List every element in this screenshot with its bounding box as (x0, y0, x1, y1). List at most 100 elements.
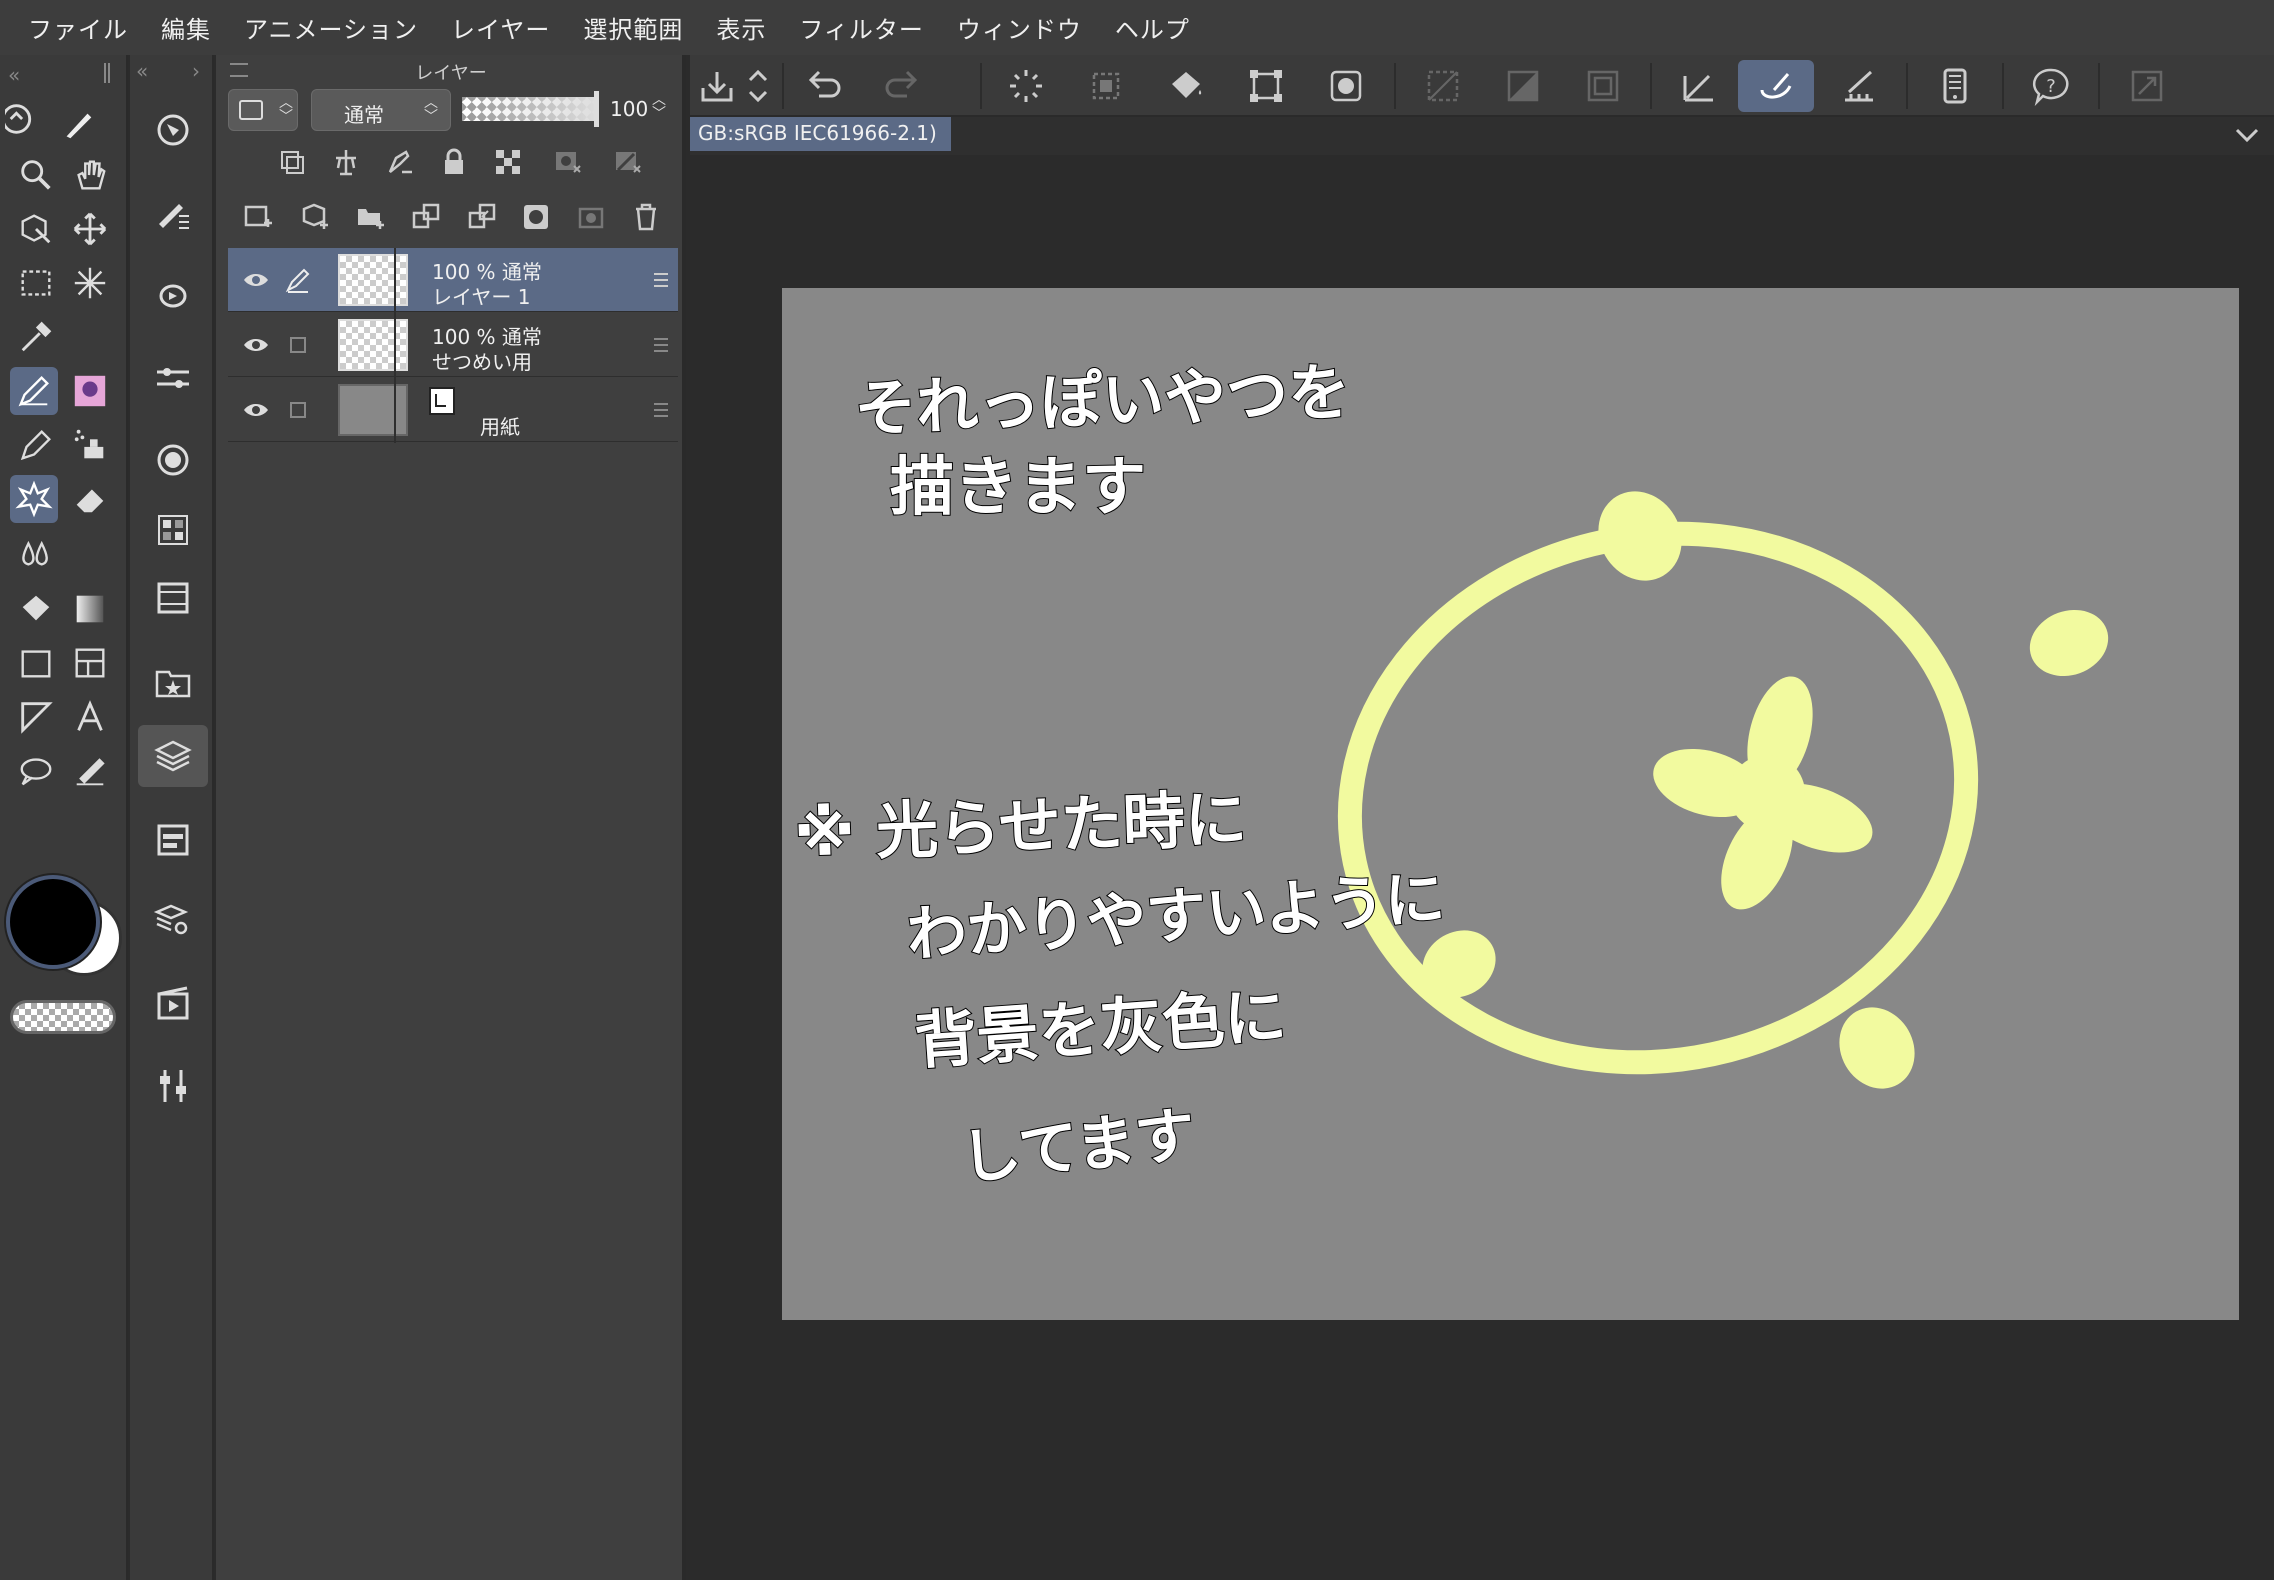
snap-to-ruler-icon[interactable] (1674, 61, 1724, 111)
lock-icon[interactable] (434, 142, 474, 182)
edit-target-checkbox[interactable] (284, 396, 312, 424)
editing-pen-icon[interactable] (284, 266, 312, 294)
settings-sliders-icon[interactable] (150, 1063, 196, 1109)
menu-view[interactable]: 表示 (716, 10, 766, 45)
panel-grip-icon[interactable] (104, 63, 110, 83)
transparent-color-swatch[interactable] (10, 1000, 116, 1034)
opacity-slider[interactable] (462, 97, 598, 121)
collapse-left-icon[interactable]: « (8, 63, 20, 87)
layer-search-icon[interactable] (150, 897, 196, 943)
expand-selection-icon[interactable] (1498, 61, 1548, 111)
merge-layer-icon[interactable] (462, 197, 502, 237)
loading-spinner-icon[interactable] (1001, 61, 1051, 111)
timeline-icon[interactable] (150, 575, 196, 621)
enable-mask-icon[interactable] (548, 142, 588, 182)
brush-pen-icon[interactable] (56, 105, 100, 145)
clear-selection-icon[interactable] (1081, 61, 1131, 111)
eraser-icon[interactable] (66, 475, 114, 523)
main-color-swatch[interactable] (6, 875, 100, 969)
opacity-stepper-icon[interactable]: ︿ ﹀ (652, 93, 666, 121)
pencil-icon[interactable] (12, 421, 60, 469)
frame-border-icon[interactable] (66, 639, 114, 687)
correct-line-icon[interactable] (66, 747, 114, 795)
layer-drag-icon[interactable] (654, 335, 668, 355)
fill-icon[interactable] (12, 585, 60, 633)
convert-selection-icon[interactable] (1321, 61, 1371, 111)
menu-selection[interactable]: 選択範囲 (583, 10, 683, 45)
layer-drag-icon[interactable] (654, 270, 668, 290)
menu-edit[interactable]: 編集 (161, 10, 211, 45)
sub-tool-icon[interactable] (150, 191, 196, 237)
visibility-eye-icon[interactable] (242, 266, 270, 294)
menu-help[interactable]: ヘルプ (1115, 10, 1190, 45)
visibility-eye-icon[interactable] (242, 396, 270, 424)
layer-drag-icon[interactable] (654, 400, 668, 420)
fill-bucket-icon[interactable] (1161, 61, 1211, 111)
eyedropper-icon[interactable] (12, 313, 60, 361)
ruler-icon[interactable] (12, 693, 60, 741)
snap-to-grid-icon[interactable] (1834, 61, 1884, 111)
balloon-icon[interactable] (12, 747, 60, 795)
help-icon[interactable]: ? (2026, 61, 2076, 111)
layer-row-2[interactable]: 100 % 通常 せつめい用 (228, 313, 678, 377)
reference-layer-icon[interactable] (326, 142, 366, 182)
tool-property-icon[interactable] (150, 355, 196, 401)
brush-size-icon[interactable] (150, 437, 196, 483)
effect-line-icon[interactable] (10, 475, 58, 523)
clip-layer-icon[interactable] (272, 142, 312, 182)
expand-icon[interactable]: › (192, 59, 200, 83)
edit-target-checkbox[interactable] (284, 331, 312, 359)
text-icon[interactable] (66, 693, 114, 741)
create-mask-icon[interactable] (516, 197, 556, 237)
object-select-icon[interactable] (12, 205, 60, 253)
layer-row-1[interactable]: 100 % 通常 レイヤー 1 (228, 248, 678, 312)
transfer-layer-icon[interactable] (406, 197, 446, 237)
snap-to-special-ruler-icon[interactable] (1738, 60, 1814, 112)
menu-layer[interactable]: レイヤー (451, 10, 550, 45)
hand-icon[interactable] (66, 151, 114, 199)
menu-file[interactable]: ファイル (28, 10, 128, 45)
draft-layer-icon[interactable] (380, 142, 420, 182)
new-raster-layer-icon[interactable] (238, 197, 278, 237)
move-icon[interactable] (66, 205, 114, 253)
transform-icon[interactable] (1241, 61, 1291, 111)
pen-tool-icon[interactable] (10, 367, 58, 415)
animation-cels-icon[interactable] (150, 981, 196, 1027)
drawing-canvas[interactable]: それっぽいやつを 描きます ※ 光らせた時に わかりやすいように 背景を灰色に … (782, 288, 2239, 1320)
material-icon[interactable] (150, 659, 196, 705)
layer-property-icon[interactable] (150, 817, 196, 863)
lock-transparency-icon[interactable] (488, 142, 528, 182)
auto-action-icon[interactable] (150, 273, 196, 319)
fullscreen-icon[interactable] (2122, 61, 2172, 111)
blend-ref-dropdown[interactable]: ︿ ﹀ (228, 89, 298, 131)
document-tab[interactable]: GB:sRGB IEC61966-2.1) (690, 117, 951, 151)
invert-selection-icon[interactable] (1418, 61, 1468, 111)
color-set-icon[interactable] (150, 507, 196, 553)
airbrush-icon[interactable] (66, 421, 114, 469)
apply-mask-icon[interactable] (572, 197, 612, 237)
blend-icon[interactable] (12, 529, 60, 577)
layer-panel-icon[interactable] (138, 725, 208, 787)
new-vector-layer-icon[interactable] (294, 197, 334, 237)
redo-icon[interactable] (878, 61, 928, 111)
opacity-value[interactable]: 100 (610, 97, 648, 121)
show-mask-icon[interactable] (608, 142, 648, 182)
menu-filter[interactable]: フィルター (799, 10, 924, 45)
decoration-tool-icon[interactable] (66, 367, 114, 415)
menu-animation[interactable]: アニメーション (244, 10, 418, 45)
magic-wand-icon[interactable] (66, 259, 114, 307)
rect-selection-icon[interactable] (12, 259, 60, 307)
new-folder-icon[interactable] (350, 197, 390, 237)
undo-icon[interactable] (798, 61, 848, 111)
rotate-canvas-icon[interactable] (0, 95, 48, 143)
figure-icon[interactable] (12, 639, 60, 687)
collapse-icon[interactable]: « (136, 59, 148, 83)
zoom-icon[interactable] (12, 151, 60, 199)
blend-mode-dropdown[interactable]: 通常 ︿ ﹀ (311, 89, 451, 131)
toolbar-scroll-icon[interactable] (740, 61, 776, 111)
visibility-eye-icon[interactable] (242, 331, 270, 359)
layer-row-paper[interactable]: 用紙 (228, 378, 678, 442)
smartphone-icon[interactable] (1930, 61, 1980, 111)
chevron-down-icon[interactable] (2234, 125, 2260, 145)
gradient-icon[interactable] (66, 585, 114, 633)
